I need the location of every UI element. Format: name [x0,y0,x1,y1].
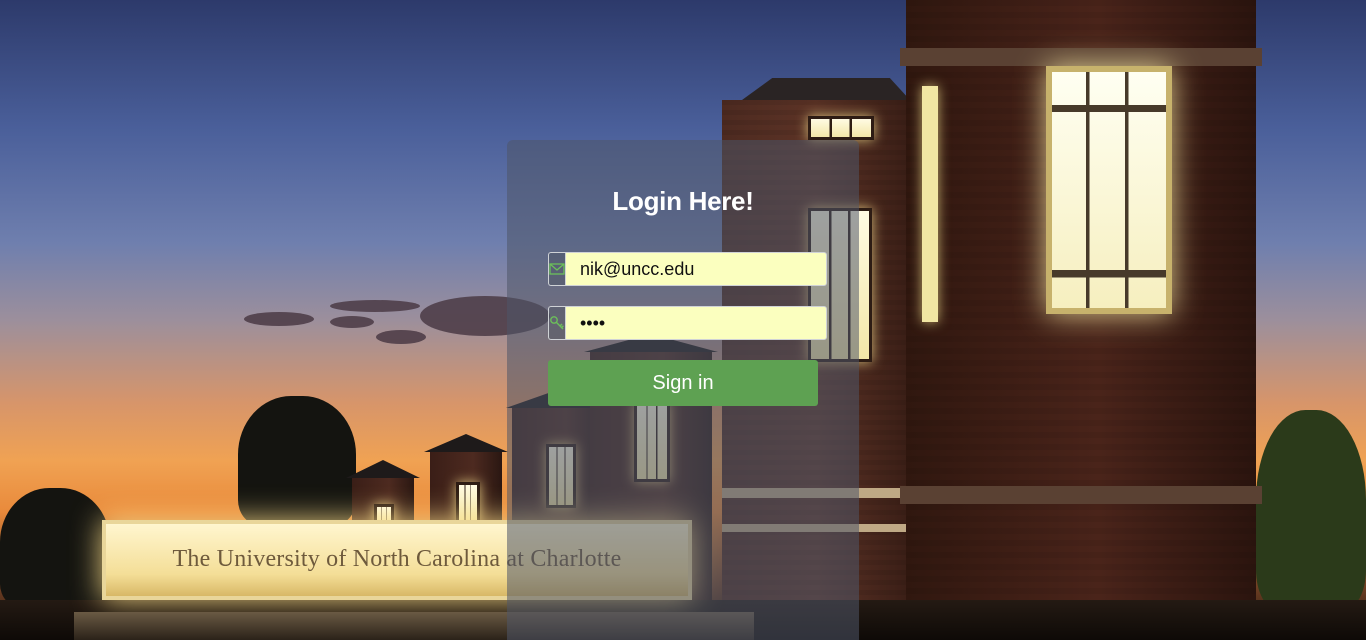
password-input[interactable] [565,306,827,340]
tower [424,434,508,528]
tree [1256,410,1366,610]
cloud [376,330,426,344]
cloud [330,316,374,328]
sign-in-button[interactable]: Sign in [548,360,818,406]
tree [0,488,110,608]
cloud [244,312,314,326]
email-input[interactable] [565,252,827,286]
key-icon [548,306,565,340]
login-title: Login Here! [612,186,754,216]
tower [900,0,1262,640]
cloud [330,300,420,312]
email-field-group [548,252,827,286]
tree [238,396,356,526]
envelope-icon [548,252,565,286]
password-field-group [548,306,827,340]
